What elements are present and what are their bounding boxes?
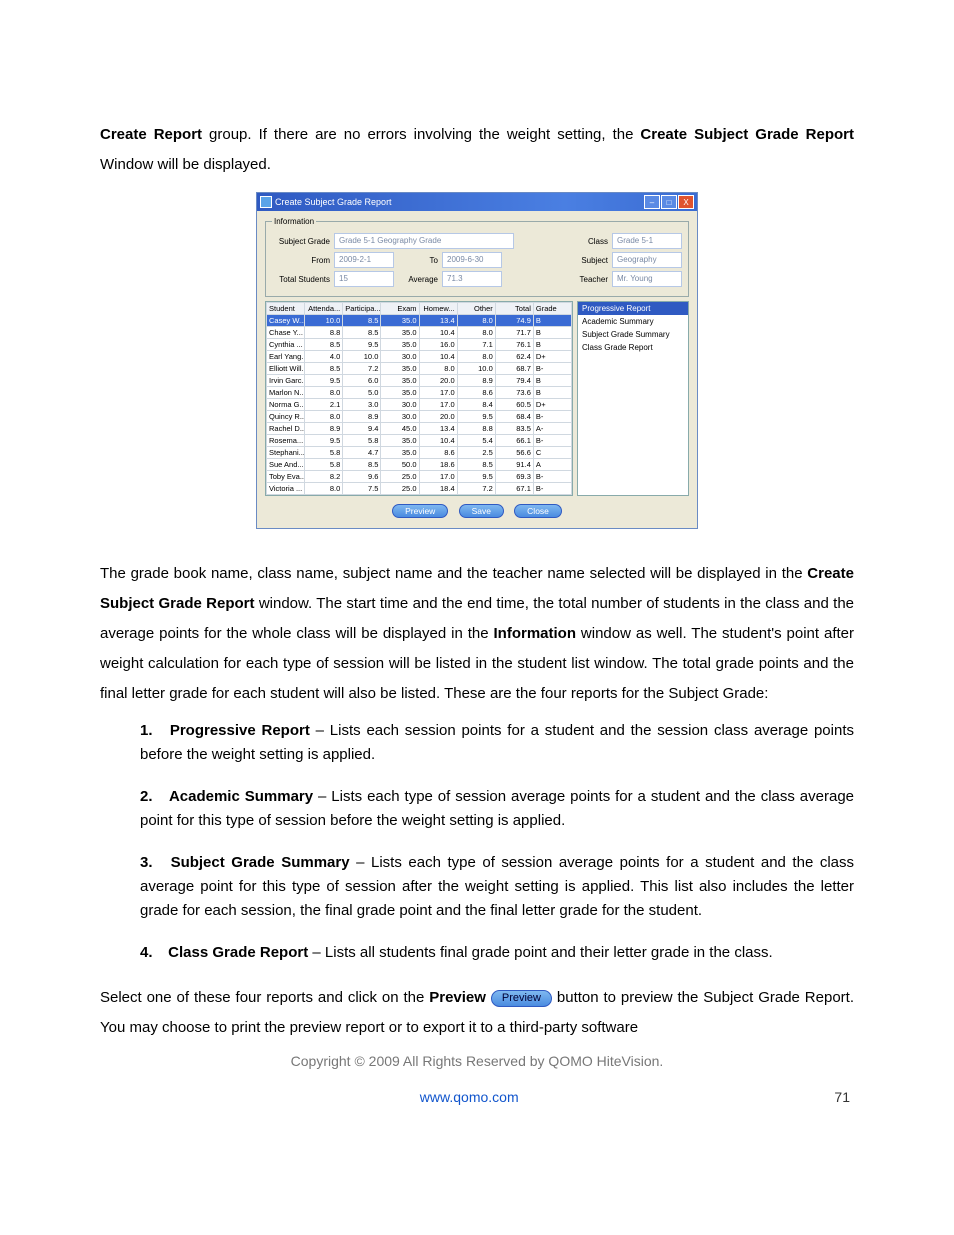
dialog-title: Create Subject Grade Report (275, 197, 392, 207)
value-total-students: 15 (334, 271, 394, 287)
student-grid[interactable]: StudentAttenda...Participa...ExamHomew..… (265, 301, 573, 496)
dialog-screenshot: Create Subject Grade Report – □ X Inform… (256, 192, 698, 529)
label-teacher: Teacher (568, 275, 608, 284)
table-row[interactable]: Toby Eva...8.29.625.017.09.569.3B- (267, 471, 572, 483)
column-header[interactable]: Exam (381, 303, 419, 315)
label-from: From (272, 256, 330, 265)
column-header[interactable]: Other (457, 303, 495, 315)
column-header[interactable]: Student (267, 303, 305, 315)
table-row[interactable]: Stephani...5.84.735.08.62.556.6C (267, 447, 572, 459)
report-list-item: 2. Academic Summary – Lists each type of… (140, 785, 854, 833)
table-row[interactable]: Rosema...9.55.835.010.45.466.1B- (267, 435, 572, 447)
table-row[interactable]: Sue And...5.88.550.018.68.591.4A (267, 459, 572, 471)
value-class: Grade 5-1 (612, 233, 682, 249)
maximize-button[interactable]: □ (661, 195, 677, 209)
report-type-item[interactable]: Progressive Report (578, 302, 688, 315)
report-list-item: 3. Subject Grade Summary – Lists each ty… (140, 851, 854, 923)
table-row[interactable]: Elliott Will...8.57.235.08.010.068.7B- (267, 363, 572, 375)
intro-paragraph: Create Report group. If there are no err… (100, 120, 854, 180)
value-to: 2009-6-30 (442, 252, 502, 268)
preview-button[interactable]: Preview (392, 504, 448, 518)
intro-bold-1: Create Report (100, 126, 202, 143)
save-button[interactable]: Save (459, 504, 504, 518)
column-header[interactable]: Homew... (419, 303, 457, 315)
page-footer: www.qomo.com 71 (100, 1089, 854, 1105)
close-button[interactable]: X (678, 195, 694, 209)
column-header[interactable]: Grade (533, 303, 571, 315)
footer-url[interactable]: www.qomo.com (420, 1089, 519, 1105)
table-row[interactable]: Cynthia ...8.59.535.016.07.176.1B (267, 339, 572, 351)
close-dialog-button[interactable]: Close (514, 504, 562, 518)
copyright-line: Copyright © 2009 All Rights Reserved by … (100, 1053, 854, 1069)
column-header[interactable]: Attenda... (305, 303, 343, 315)
column-header[interactable]: Participa... (343, 303, 381, 315)
table-row[interactable]: Victoria ...8.07.525.018.47.267.1B- (267, 483, 572, 495)
information-fieldset: Information Subject Grade Grade 5-1 Geog… (265, 217, 689, 297)
preview-chip-icon: Preview (491, 990, 552, 1007)
label-to: To (398, 256, 438, 265)
page-number: 71 (834, 1089, 850, 1105)
paragraph-2: The grade book name, class name, subject… (100, 559, 854, 709)
value-subject: Geography (612, 252, 682, 268)
report-type-panel[interactable]: Progressive ReportAcademic SummarySubjec… (577, 301, 689, 496)
report-type-item[interactable]: Subject Grade Summary (578, 328, 688, 341)
label-subject-grade: Subject Grade (272, 237, 330, 246)
label-class: Class (568, 237, 608, 246)
value-teacher: Mr. Young (612, 271, 682, 287)
information-legend: Information (272, 217, 316, 226)
intro-bold-2: Create Subject Grade Report (640, 126, 854, 143)
table-row[interactable]: Marlon N...8.05.035.017.08.673.6B (267, 387, 572, 399)
value-subject-grade: Grade 5-1 Geography Grade (334, 233, 514, 249)
label-average: Average (398, 275, 438, 284)
table-row[interactable]: Earl Yang...4.010.030.010.48.062.4D+ (267, 351, 572, 363)
report-list-item: 1. Progressive Report – Lists each sessi… (140, 719, 854, 767)
label-total-students: Total Students (272, 275, 330, 284)
report-type-item[interactable]: Academic Summary (578, 315, 688, 328)
value-average: 71.3 (442, 271, 502, 287)
table-row[interactable]: Casey W...10.08.535.013.48.074.9B (267, 315, 572, 327)
dialog-titlebar: Create Subject Grade Report – □ X (257, 193, 697, 211)
report-list-item: 4. Class Grade Report – Lists all studen… (140, 941, 854, 965)
paragraph-3: Select one of these four reports and cli… (100, 983, 854, 1043)
column-header[interactable]: Total (495, 303, 533, 315)
app-icon (260, 196, 272, 208)
table-row[interactable]: Quincy R...8.08.930.020.09.568.4B- (267, 411, 572, 423)
value-from: 2009-2-1 (334, 252, 394, 268)
table-row[interactable]: Chase Y...8.88.535.010.48.071.7B (267, 327, 572, 339)
table-row[interactable]: Norma G...2.13.030.017.08.460.5D+ (267, 399, 572, 411)
reports-list: 1. Progressive Report – Lists each sessi… (140, 719, 854, 965)
label-subject: Subject (568, 256, 608, 265)
report-type-item[interactable]: Class Grade Report (578, 341, 688, 354)
table-row[interactable]: Rachel D...8.99.445.013.48.883.5A- (267, 423, 572, 435)
table-row[interactable]: Irvin Garc...9.56.035.020.08.979.4B (267, 375, 572, 387)
minimize-button[interactable]: – (644, 195, 660, 209)
